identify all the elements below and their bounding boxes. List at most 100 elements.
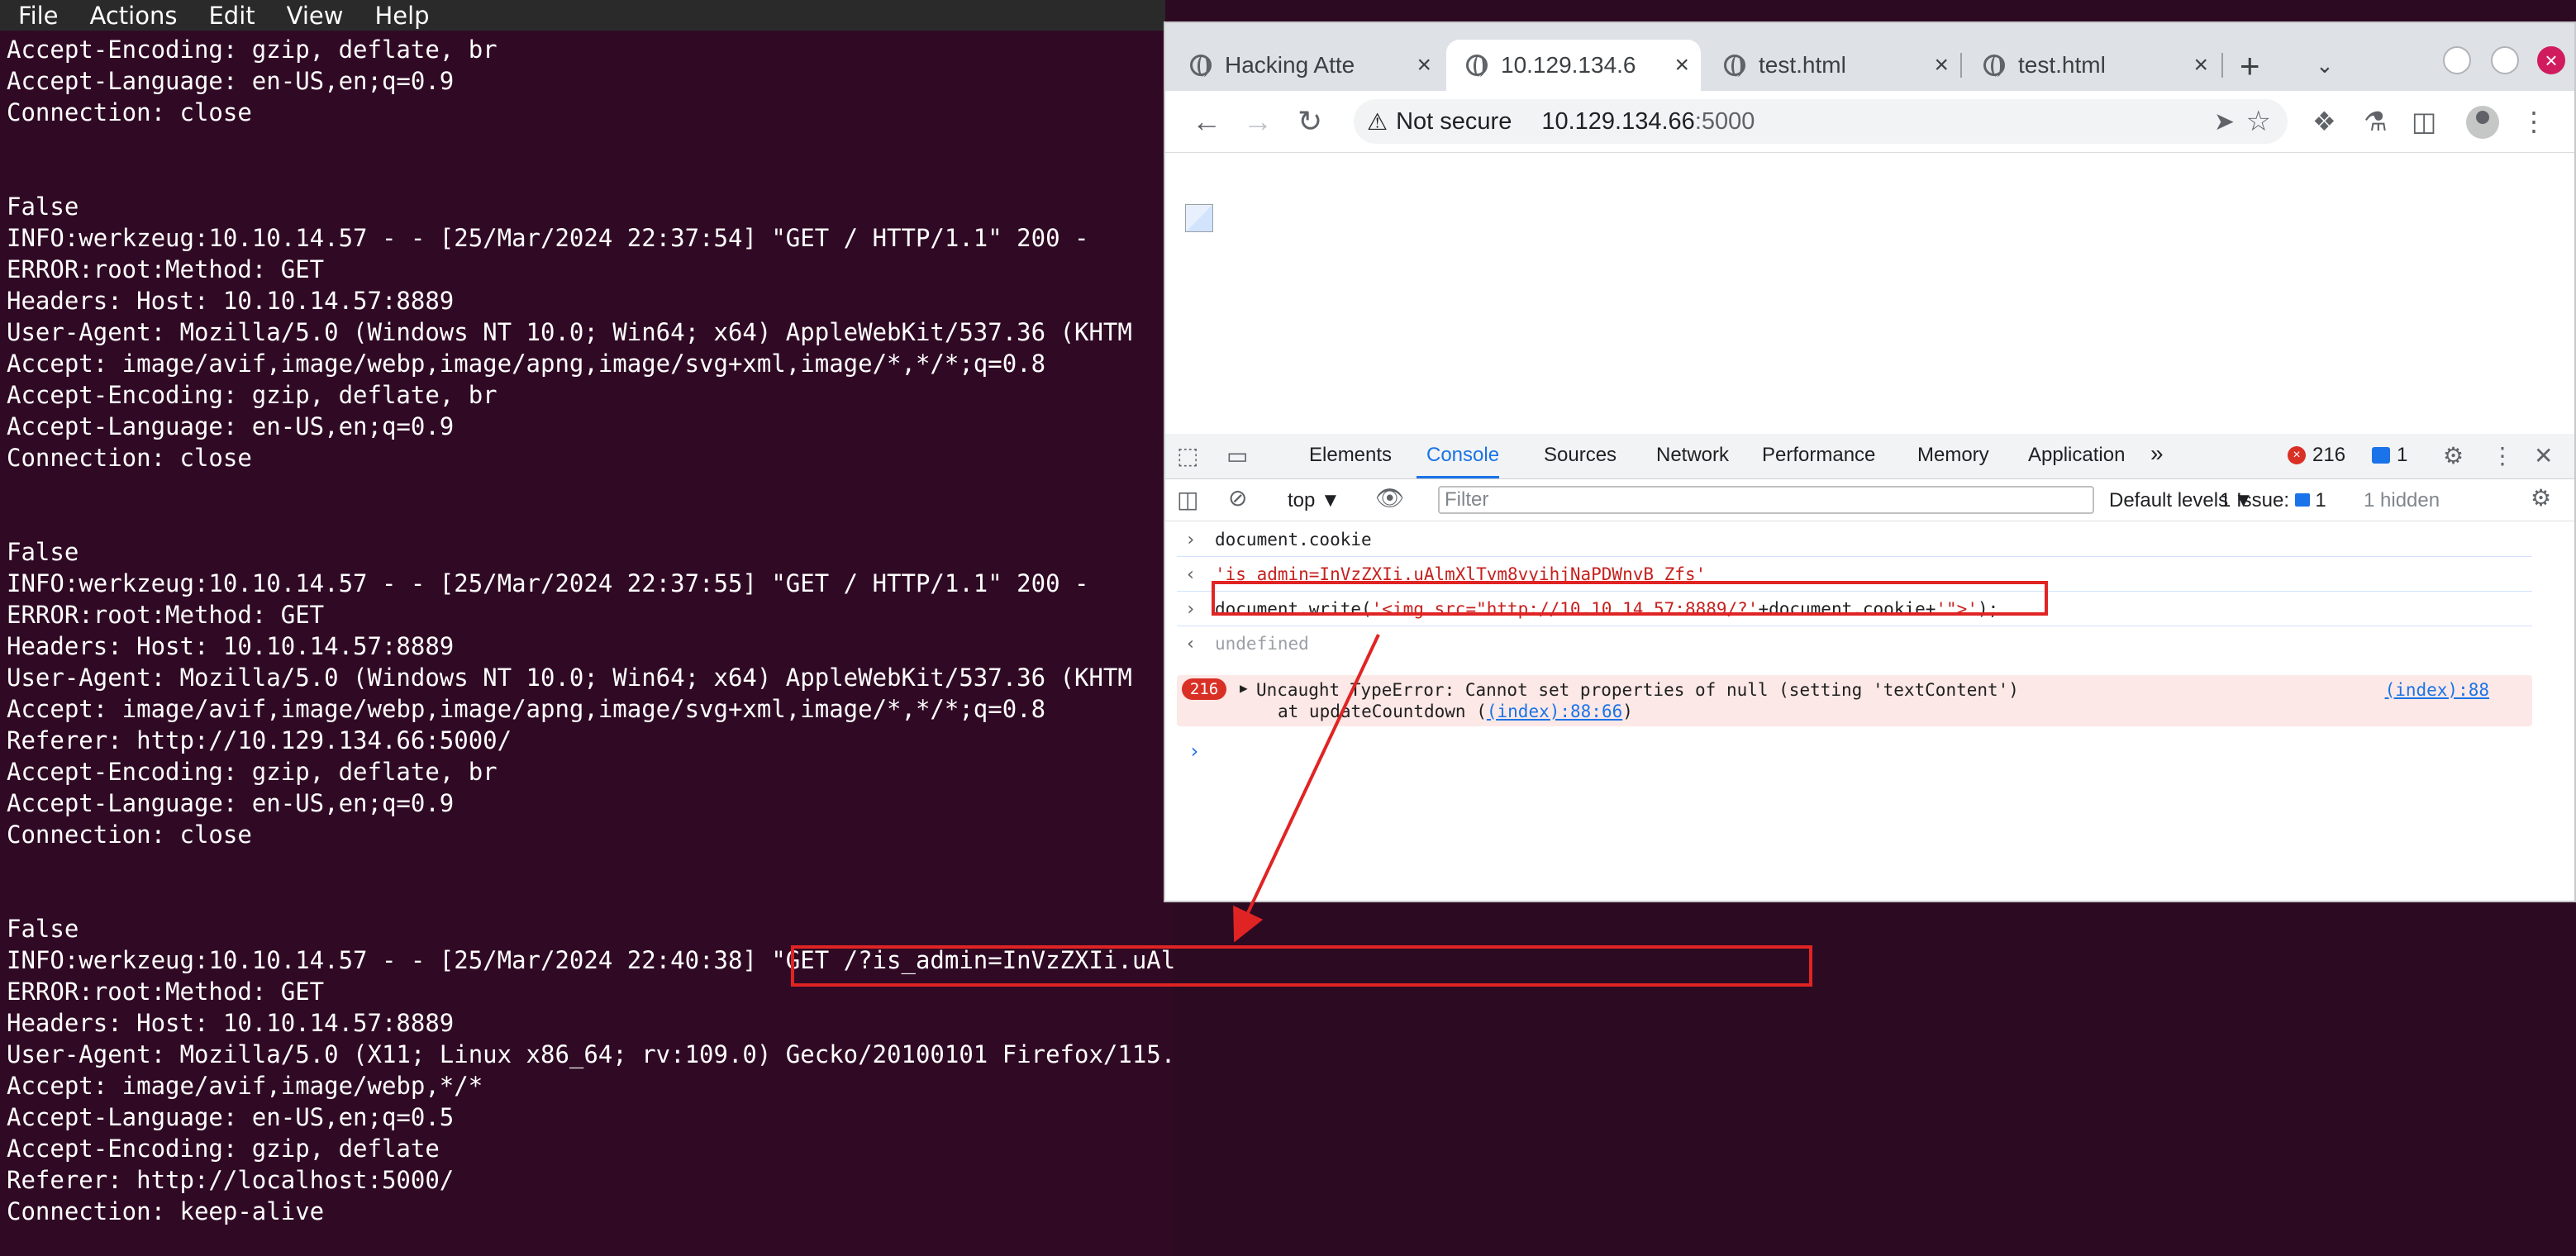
close-tab-icon[interactable]: × bbox=[1934, 51, 1949, 79]
back-icon[interactable]: ← bbox=[1192, 104, 1221, 139]
terminal-line: Accept-Encoding: gzip, deflate, br bbox=[7, 36, 498, 64]
clear-console-icon[interactable]: ⊘ bbox=[1228, 484, 1247, 511]
close-tab-icon[interactable]: × bbox=[1674, 51, 1689, 79]
terminal-line: Accept-Encoding: gzip, deflate, br bbox=[7, 758, 498, 786]
reload-icon[interactable]: ↻ bbox=[1298, 104, 1322, 139]
tab-hacking[interactable]: Hacking Atte × bbox=[1170, 40, 1443, 91]
devtools-close-icon[interactable]: ✕ bbox=[2534, 442, 2553, 469]
bookmark-star-icon[interactable]: ☆ bbox=[2246, 105, 2271, 138]
new-tab-button[interactable]: + bbox=[2240, 46, 2260, 86]
terminal-menubar: File Actions Edit View Help bbox=[0, 0, 1165, 31]
message-count[interactable]: 1 bbox=[2397, 444, 2407, 467]
globe-icon bbox=[1466, 55, 1488, 77]
tab-memory[interactable]: Memory bbox=[1917, 444, 1989, 467]
live-expression-eye-icon[interactable]: 👁 bbox=[1375, 484, 1405, 511]
not-secure-label[interactable]: Not secure bbox=[1396, 108, 1512, 136]
terminal-line: Referer: http://localhost:5000/ bbox=[7, 1166, 455, 1194]
terminal-line: False bbox=[7, 538, 79, 566]
stack-link[interactable]: (index):88:66 bbox=[1487, 702, 1622, 721]
terminal-highlight-box bbox=[791, 945, 1812, 987]
broken-image-icon bbox=[1185, 204, 1213, 232]
close-tab-icon[interactable]: × bbox=[2193, 51, 2208, 79]
menu-help[interactable]: Help bbox=[356, 2, 442, 30]
menu-view[interactable]: View bbox=[269, 2, 357, 30]
console-result-undefined: undefined bbox=[1215, 634, 1309, 654]
minimize-button[interactable] bbox=[2443, 46, 2471, 74]
expand-triangle-icon[interactable]: ▶ bbox=[1240, 680, 1248, 696]
terminal-output[interactable]: Accept-Encoding: gzip, deflate, br Accept… bbox=[0, 31, 1174, 1256]
tab-active-site[interactable]: 10.129.134.6 × bbox=[1446, 40, 1701, 91]
error-source-link[interactable]: (index):88 bbox=[2385, 680, 2489, 700]
sidebar-toggle-icon[interactable]: ◫ bbox=[1177, 486, 1198, 513]
tab-test-1[interactable]: test.html × bbox=[1704, 40, 1960, 91]
tab-console[interactable]: Console bbox=[1426, 444, 1499, 467]
side-panel-icon[interactable]: ◫ bbox=[2412, 106, 2436, 137]
close-tab-icon[interactable]: × bbox=[1417, 51, 1431, 79]
extensions-icon[interactable]: ❖ bbox=[2312, 106, 2336, 137]
terminal-line: Headers: Host: 10.10.14.57:8889 bbox=[7, 1009, 455, 1037]
error-message: Uncaught TypeError: Cannot set propertie… bbox=[1256, 680, 2019, 700]
terminal-line: User-Agent: Mozilla/5.0 (Windows NT 10.0… bbox=[7, 318, 1132, 346]
devtools-tabbar: ⬚ ▭ Elements Console Sources Network Per… bbox=[1165, 434, 2574, 479]
globe-icon bbox=[1724, 55, 1745, 77]
console-prompt-icon[interactable]: › bbox=[1188, 740, 1200, 763]
send-icon[interactable]: ➤ bbox=[2214, 107, 2235, 136]
tab-title: Hacking Atte bbox=[1225, 52, 1355, 78]
tab-sources[interactable]: Sources bbox=[1544, 444, 1617, 467]
tab-title: 10.129.134.6 bbox=[1501, 52, 1636, 78]
chevron-left-icon: ‹ bbox=[1185, 564, 1197, 585]
menu-kebab-icon[interactable]: ⋮ bbox=[2521, 106, 2547, 137]
tab-application[interactable]: Application bbox=[2028, 444, 2125, 467]
menu-file[interactable]: File bbox=[0, 2, 72, 30]
chevron-left-icon: ‹ bbox=[1185, 634, 1197, 654]
terminal-line: INFO:werkzeug:10.10.14.57 - - [25/Mar/20… bbox=[7, 569, 1089, 597]
console-result-line: ‹ undefined bbox=[1177, 626, 2532, 660]
forward-icon[interactable]: → bbox=[1243, 104, 1273, 139]
terminal-line: Accept-Language: en-US,en;q=0.5 bbox=[7, 1103, 455, 1131]
message-icon bbox=[2372, 447, 2390, 464]
menu-actions[interactable]: Actions bbox=[72, 2, 191, 30]
terminal-line: ERROR:root:Method: GET bbox=[7, 601, 325, 629]
error-stack: at updateCountdown ((index):88:66) bbox=[1278, 702, 1633, 721]
tab-title: test.html bbox=[2018, 52, 2106, 78]
active-tab-underline bbox=[1417, 476, 1499, 478]
terminal-line: INFO:werkzeug:10.10.14.57 - - [25/Mar/20… bbox=[7, 224, 1089, 252]
terminal-line: Accept: image/avif,image/webp,*/* bbox=[7, 1072, 483, 1100]
terminal-line: Headers: Host: 10.10.14.57:8889 bbox=[7, 632, 455, 660]
terminal-line: Accept-Encoding: gzip, deflate bbox=[7, 1135, 440, 1163]
console-settings-icon[interactable]: ⚙ bbox=[2531, 484, 2551, 511]
browser-toolbar: ← → ↻ ⚠ Not secure 10.129.134.66 :5000 ➤… bbox=[1165, 91, 2574, 153]
maximize-button[interactable] bbox=[2491, 46, 2519, 74]
window-close-button[interactable]: × bbox=[2537, 46, 2565, 74]
device-toolbar-icon[interactable]: ▭ bbox=[1226, 442, 1248, 469]
tab-test-2[interactable]: test.html × bbox=[1964, 40, 2220, 91]
issues-label[interactable]: 1 Issue: 1 bbox=[2220, 489, 2326, 512]
console-log[interactable]: › document.cookie ‹ 'is_admin=InVzZXIi.u… bbox=[1165, 521, 2574, 901]
terminal-line: User-Agent: Mozilla/5.0 (X11; Linux x86_… bbox=[7, 1040, 1174, 1068]
inspect-element-icon[interactable]: ⬚ bbox=[1177, 442, 1198, 469]
address-bar[interactable]: ⚠ Not secure 10.129.134.66 :5000 ➤ ☆ bbox=[1354, 99, 2288, 144]
console-error-row[interactable]: 216 ▶ Uncaught TypeError: Cannot set pro… bbox=[1177, 675, 2532, 726]
more-tabs-icon[interactable]: » bbox=[2150, 440, 2164, 467]
terminal-line: Connection: close bbox=[7, 821, 252, 849]
labs-flask-icon[interactable]: ⚗ bbox=[2364, 106, 2388, 137]
console-filter-input[interactable]: Filter bbox=[1438, 486, 2094, 514]
error-count[interactable]: 216 bbox=[2312, 444, 2345, 467]
terminal-line: Connection: keep-alive bbox=[7, 1197, 325, 1225]
tab-title: test.html bbox=[1759, 52, 1846, 78]
settings-gear-icon[interactable]: ⚙ bbox=[2443, 442, 2464, 469]
issue-icon bbox=[2294, 493, 2310, 507]
tab-network[interactable]: Network bbox=[1656, 444, 1729, 467]
context-selector[interactable]: top ▼ bbox=[1288, 489, 1340, 512]
tab-performance[interactable]: Performance bbox=[1762, 444, 1875, 467]
menu-edit[interactable]: Edit bbox=[190, 2, 268, 30]
profile-avatar-icon[interactable] bbox=[2466, 106, 2499, 139]
tab-search-icon[interactable]: ⌄ bbox=[2316, 53, 2334, 78]
terminal-line: False bbox=[7, 915, 79, 943]
devtools-menu-icon[interactable]: ⋮ bbox=[2491, 442, 2514, 469]
context-label: top bbox=[1288, 489, 1316, 511]
tab-elements[interactable]: Elements bbox=[1309, 444, 1392, 467]
